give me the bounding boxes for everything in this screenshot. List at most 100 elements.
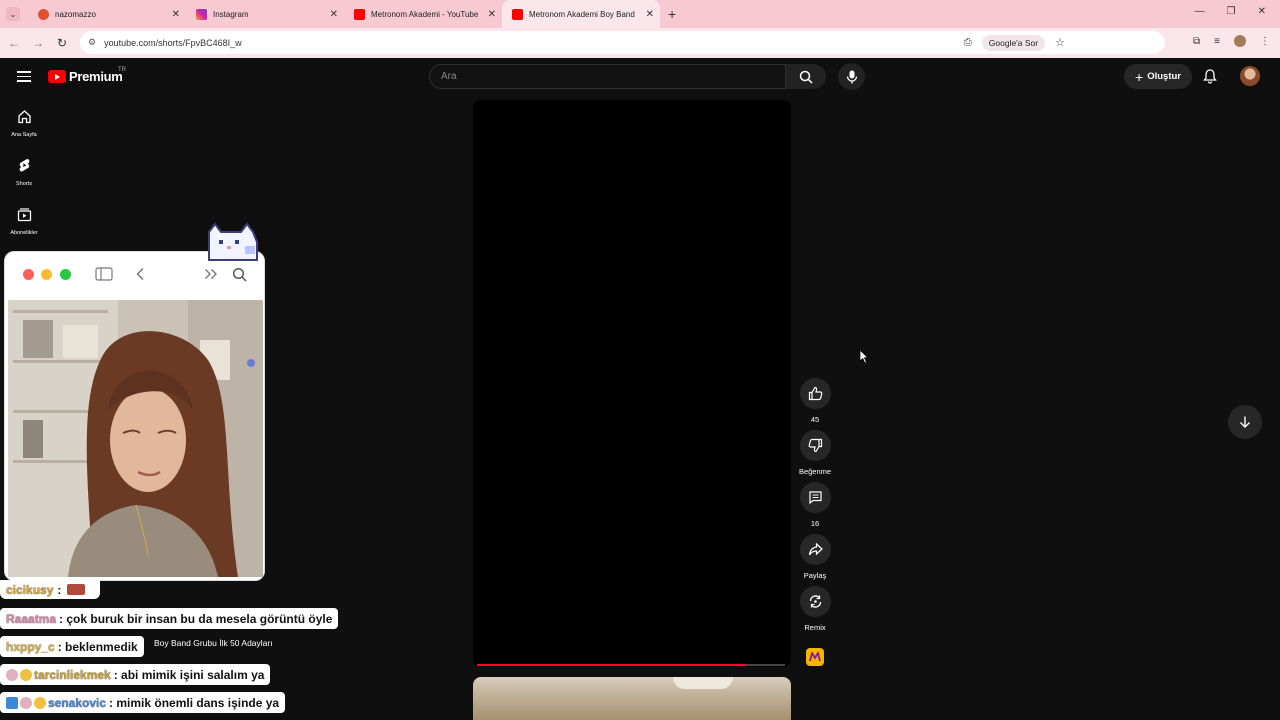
browser-tab-bar: ⌄ nazomazzo ✕ Instagram ✕ Metronom Akade… xyxy=(0,0,1280,28)
badge-icon xyxy=(34,696,46,709)
sidebar-item-shorts[interactable]: Shorts xyxy=(0,158,48,187)
emote-icon xyxy=(67,584,86,595)
next-short-button[interactable] xyxy=(1228,405,1262,439)
comment-icon xyxy=(808,491,822,505)
avatar[interactable] xyxy=(1240,66,1260,86)
close-icon[interactable]: ✕ xyxy=(646,9,654,20)
tab-instagram[interactable]: Instagram ✕ xyxy=(186,0,344,28)
mouse-cursor-icon xyxy=(859,349,869,364)
extensions-icon[interactable]: ⧉ xyxy=(1193,36,1200,47)
tab-title: nazomazzo xyxy=(55,9,96,19)
minimize-dot-icon[interactable] xyxy=(41,269,52,280)
chat-username: senakovic xyxy=(48,695,107,710)
url-field[interactable]: ⚙ youtube.com/shorts/FpvBC468I_w ⎙ Googl… xyxy=(80,31,1165,54)
search-icon[interactable] xyxy=(232,267,247,282)
close-icon[interactable]: ✕ xyxy=(172,9,180,20)
tab-title: Instagram xyxy=(213,9,249,19)
video-progress-bar[interactable] xyxy=(477,664,785,666)
badge-icon xyxy=(20,696,32,709)
like-count: 45 xyxy=(810,415,820,424)
menu-icon[interactable] xyxy=(17,71,31,82)
chat-username: hxppy_c xyxy=(6,639,55,654)
chat-text: : abi mimik işini salalım ya xyxy=(113,667,265,682)
tab-metronom-youtube[interactable]: Metronom Akademi - YouTube ✕ xyxy=(344,0,502,28)
webcam-feed xyxy=(8,300,263,577)
chat-message: senakovic : mimik önemli dans işinde ya xyxy=(0,692,286,713)
chat-text: : beklenmedik xyxy=(57,639,138,654)
pixel-cat-sticker-icon xyxy=(208,222,258,261)
close-icon[interactable]: ✕ xyxy=(330,9,338,20)
comments-button[interactable]: 16 xyxy=(798,482,832,528)
url-text: youtube.com/shorts/FpvBC468I_w xyxy=(104,37,242,48)
arrow-down-icon xyxy=(1240,416,1250,428)
shorts-video-player[interactable] xyxy=(473,100,791,667)
chevrons-right-icon[interactable] xyxy=(204,268,218,280)
chat-message: tarcinliekmek : abi mimik işini salalım … xyxy=(0,664,271,685)
share-label: Paylaş xyxy=(803,571,827,580)
dislike-label: Beğenme xyxy=(798,467,832,476)
tab-title: Metronom Akademi Boy Band xyxy=(529,9,635,19)
badge-icon xyxy=(6,668,18,681)
region-code: TR xyxy=(118,67,126,73)
sidebar-item-label: Abonelikler xyxy=(10,230,38,236)
voice-search-button[interactable] xyxy=(838,63,865,90)
plus-icon: + xyxy=(1135,68,1144,85)
install-icon[interactable]: ⎙ xyxy=(964,37,972,48)
logo-text: Premium xyxy=(69,69,123,84)
search-icon xyxy=(799,70,813,84)
close-icon[interactable]: ✕ xyxy=(488,9,496,20)
like-button[interactable]: 45 xyxy=(798,378,832,424)
close-window-icon[interactable]: ✕ xyxy=(1258,6,1266,17)
remix-button[interactable]: Remix xyxy=(798,586,832,632)
badge-icon xyxy=(6,696,18,709)
menu-dots-icon[interactable]: ⋮ xyxy=(1260,36,1270,47)
video-progress-fill xyxy=(477,664,745,666)
bookmark-star-icon[interactable]: ☆ xyxy=(1055,36,1065,49)
remix-label: Remix xyxy=(804,623,826,632)
back-icon[interactable]: ← xyxy=(2,36,26,50)
notifications-bell-icon[interactable] xyxy=(1202,68,1218,84)
share-icon xyxy=(808,542,823,556)
restore-icon[interactable]: ❐ xyxy=(1227,6,1236,17)
forward-icon[interactable]: → xyxy=(26,36,50,50)
tab-title: Metronom Akademi - YouTube xyxy=(371,9,479,19)
home-icon xyxy=(17,110,31,124)
zoom-dot-icon[interactable] xyxy=(60,269,71,280)
create-button[interactable]: + Oluştur xyxy=(1124,64,1192,89)
streamer-webcam-image xyxy=(8,300,263,577)
sidebar-toggle-icon[interactable] xyxy=(95,267,113,281)
shorts-icon xyxy=(19,158,29,172)
chat-text: : mimik önemli dans işinde ya xyxy=(109,695,280,710)
share-button[interactable]: Paylaş xyxy=(798,534,832,580)
reload-icon[interactable]: ↻ xyxy=(50,36,74,50)
thumbs-down-icon xyxy=(808,438,822,453)
chat-username: Raaatma xyxy=(6,611,57,626)
close-dot-icon[interactable] xyxy=(23,269,34,280)
tab-search-icon[interactable]: ⌄ xyxy=(6,7,20,21)
next-short-preview[interactable] xyxy=(473,677,791,720)
search-input[interactable]: Ara xyxy=(429,64,786,89)
tab-nazomazzo[interactable]: nazomazzo ✕ xyxy=(28,0,186,28)
google-sor-button[interactable]: Google'a Sor xyxy=(981,34,1046,51)
chat-text: : çok buruk bir insan bu da mesela görün… xyxy=(59,611,333,626)
sidebar-item-label: Ana Sayfa xyxy=(11,132,37,138)
thumbs-up-icon xyxy=(808,386,822,401)
back-chevron-icon[interactable] xyxy=(135,267,145,281)
search-button[interactable] xyxy=(786,64,826,89)
tab-metronom-boyband[interactable]: Metronom Akademi Boy Band ✕ xyxy=(502,0,660,28)
minimize-icon[interactable]: — xyxy=(1195,6,1205,17)
comment-count: 16 xyxy=(810,519,820,528)
sound-thumbnail[interactable] xyxy=(806,648,824,666)
sidebar-item-subscriptions[interactable]: Abonelikler xyxy=(0,207,48,236)
sidebar-item-home[interactable]: Ana Sayfa xyxy=(0,109,48,138)
window-controls: — ❐ ✕ xyxy=(1195,6,1266,17)
screen: ⌄ nazomazzo ✕ Instagram ✕ Metronom Akade… xyxy=(0,0,1280,720)
profile-icon[interactable] xyxy=(1234,35,1246,47)
dislike-button[interactable]: Beğenme xyxy=(798,430,832,476)
youtube-logo[interactable]: Premium xyxy=(48,69,123,84)
youtube-header: Premium TR Ara + Oluştur xyxy=(0,58,1280,96)
site-info-icon[interactable]: ⚙ xyxy=(88,37,96,48)
new-tab-icon[interactable]: + xyxy=(668,6,676,22)
extension-icons: ⧉ ≡ ⋮ xyxy=(1193,35,1270,47)
media-icon[interactable]: ≡ xyxy=(1214,36,1220,47)
